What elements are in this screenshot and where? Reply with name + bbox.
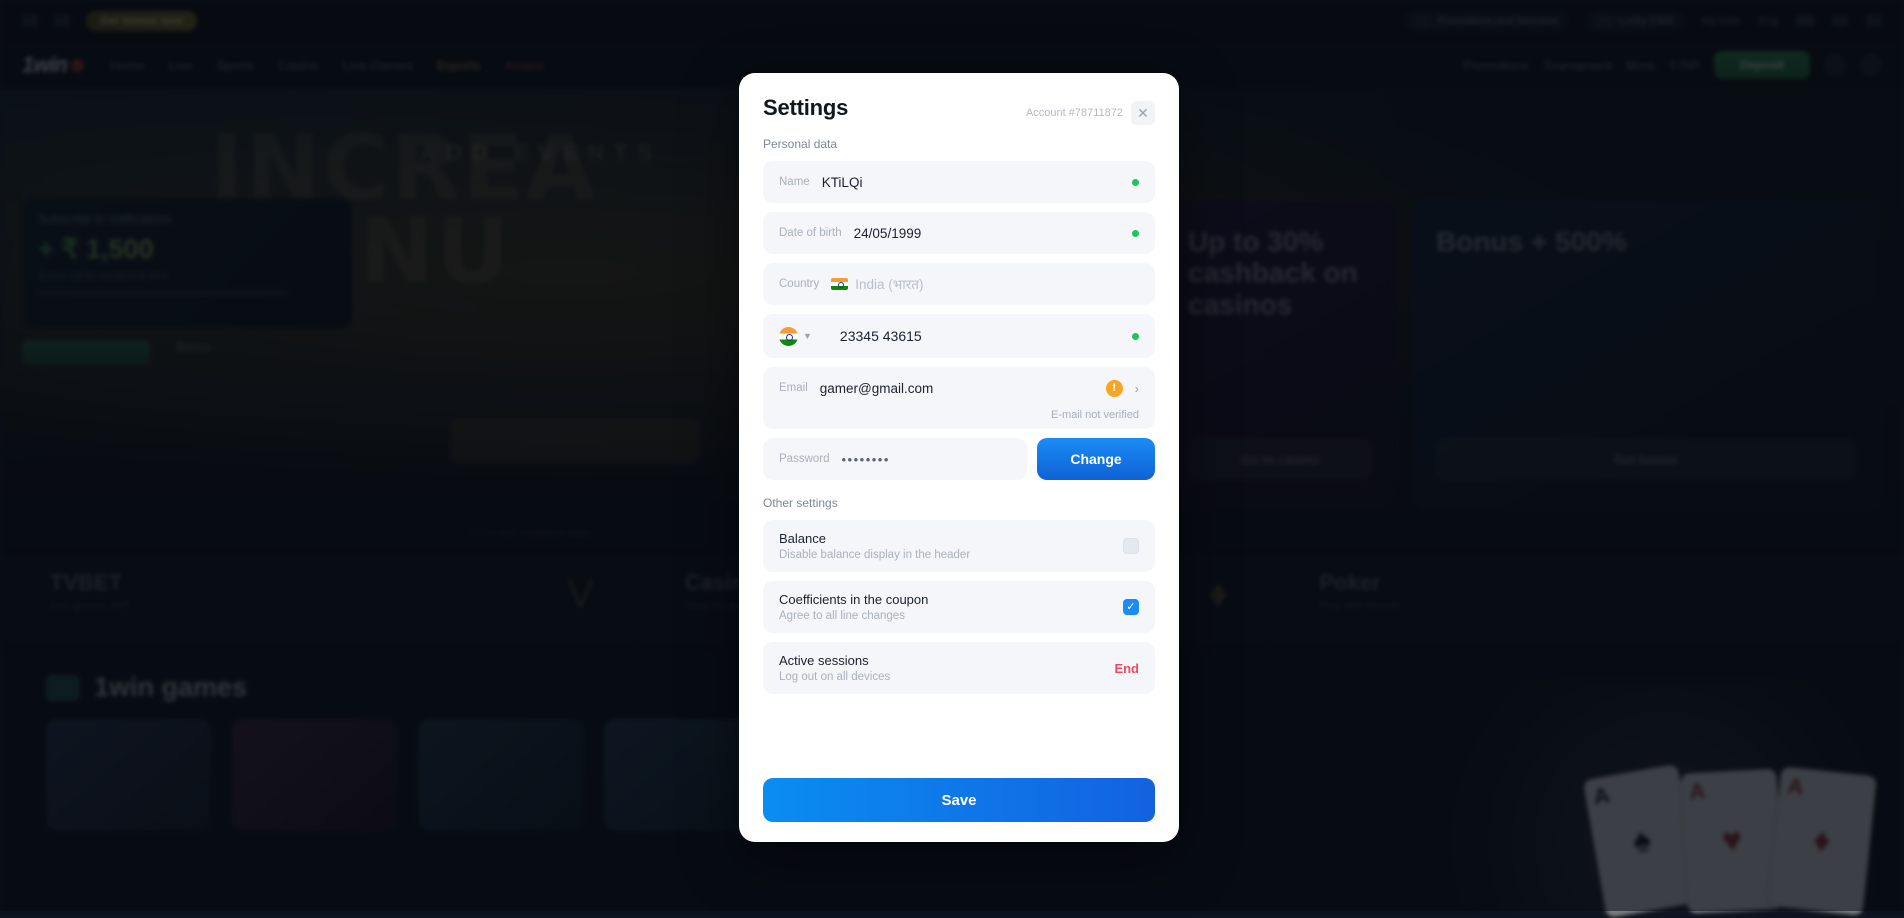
- chevron-right-icon[interactable]: ›: [1135, 381, 1139, 396]
- option-subtitle: Agree to all line changes: [779, 610, 1123, 622]
- country-label: Country: [779, 278, 819, 290]
- option-subtitle: Disable balance display in the header: [779, 549, 1123, 561]
- option-active-sessions[interactable]: Active sessions Log out on all devices E…: [763, 642, 1155, 694]
- india-flag-icon: [831, 278, 848, 290]
- password-field[interactable]: Password ••••••••: [763, 438, 1027, 480]
- name-value: KTiLQi: [822, 175, 863, 190]
- option-title: Balance: [779, 531, 1123, 546]
- name-label: Name: [779, 176, 810, 188]
- password-label: Password: [779, 453, 830, 465]
- email-verification-note: E-mail not verified: [779, 409, 1139, 421]
- password-row: Password •••••••• Change: [763, 438, 1155, 480]
- warning-icon: !: [1106, 380, 1123, 397]
- option-balance[interactable]: Balance Disable balance display in the h…: [763, 520, 1155, 572]
- option-title: Coefficients in the coupon: [779, 592, 1123, 607]
- close-icon[interactable]: ✕: [1131, 101, 1155, 125]
- phone-value: 23345 43615: [840, 328, 922, 344]
- email-label: Email: [779, 382, 808, 394]
- dob-value: 24/05/1999: [854, 226, 922, 241]
- country-code-selector[interactable]: ▼: [779, 327, 826, 346]
- india-flag-icon: [779, 327, 798, 346]
- page-title: Settings: [763, 95, 848, 121]
- settings-modal: Settings Account #78711872 ✕ Personal da…: [739, 73, 1179, 842]
- country-field[interactable]: Country India (भारत): [763, 263, 1155, 305]
- country-value: India (भारत): [855, 275, 923, 293]
- email-value: gamer@gmail.com: [820, 381, 933, 396]
- status-ok-icon: [1132, 230, 1139, 237]
- email-field[interactable]: Email gamer@gmail.com ! › E-mail not ver…: [763, 367, 1155, 429]
- change-password-button[interactable]: Change: [1037, 438, 1155, 480]
- coefficients-checkbox[interactable]: ✓: [1123, 599, 1139, 615]
- personal-data-label: Personal data: [763, 137, 1155, 151]
- status-ok-icon: [1132, 333, 1139, 340]
- status-ok-icon: [1132, 179, 1139, 186]
- account-number: Account #78711872: [1026, 107, 1123, 119]
- dob-label: Date of birth: [779, 227, 842, 239]
- password-value: ••••••••: [842, 452, 890, 467]
- modal-header: Settings Account #78711872 ✕: [763, 95, 1155, 125]
- other-settings-label: Other settings: [763, 496, 1155, 510]
- option-coefficients[interactable]: Coefficients in the coupon Agree to all …: [763, 581, 1155, 633]
- balance-checkbox[interactable]: [1123, 538, 1139, 554]
- phone-field[interactable]: ▼ 23345 43615: [763, 314, 1155, 358]
- chevron-down-icon: ▼: [803, 331, 812, 341]
- end-sessions-button[interactable]: End: [1114, 661, 1139, 676]
- save-button[interactable]: Save: [763, 778, 1155, 822]
- dob-field[interactable]: Date of birth 24/05/1999: [763, 212, 1155, 254]
- option-subtitle: Log out on all devices: [779, 671, 1114, 683]
- name-field[interactable]: Name KTiLQi: [763, 161, 1155, 203]
- option-title: Active sessions: [779, 653, 1114, 668]
